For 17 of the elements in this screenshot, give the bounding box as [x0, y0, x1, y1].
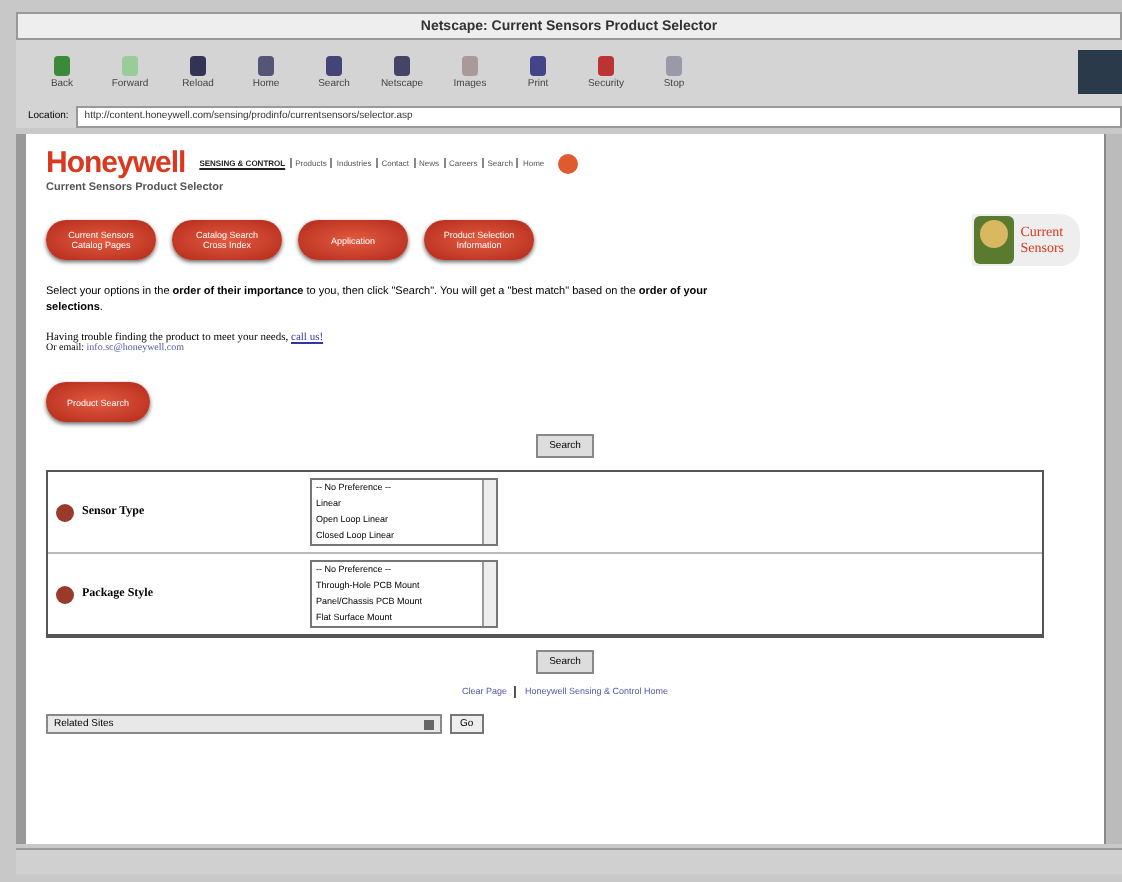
toolbar-icon — [118, 54, 142, 78]
sensor-coin-icon — [972, 214, 1017, 266]
toolbar-icon — [186, 54, 210, 78]
toolbar-icon — [594, 54, 618, 78]
vertical-scrollbar[interactable] — [1104, 134, 1122, 844]
honeywell-logo: Honeywell — [46, 146, 186, 180]
bullet-icon — [56, 585, 74, 604]
toolbar-icon — [322, 54, 346, 78]
toolbar-icon — [254, 54, 278, 78]
list-scrollbar[interactable] — [482, 480, 496, 545]
toolbar-icon — [390, 54, 414, 78]
bullet-icon — [56, 503, 74, 522]
list-scrollbar[interactable] — [482, 562, 496, 627]
toolbar-icon — [458, 54, 482, 78]
toolbar-icon — [662, 54, 686, 78]
toolbar-icon — [526, 54, 550, 78]
toolbar-icon — [50, 54, 74, 78]
